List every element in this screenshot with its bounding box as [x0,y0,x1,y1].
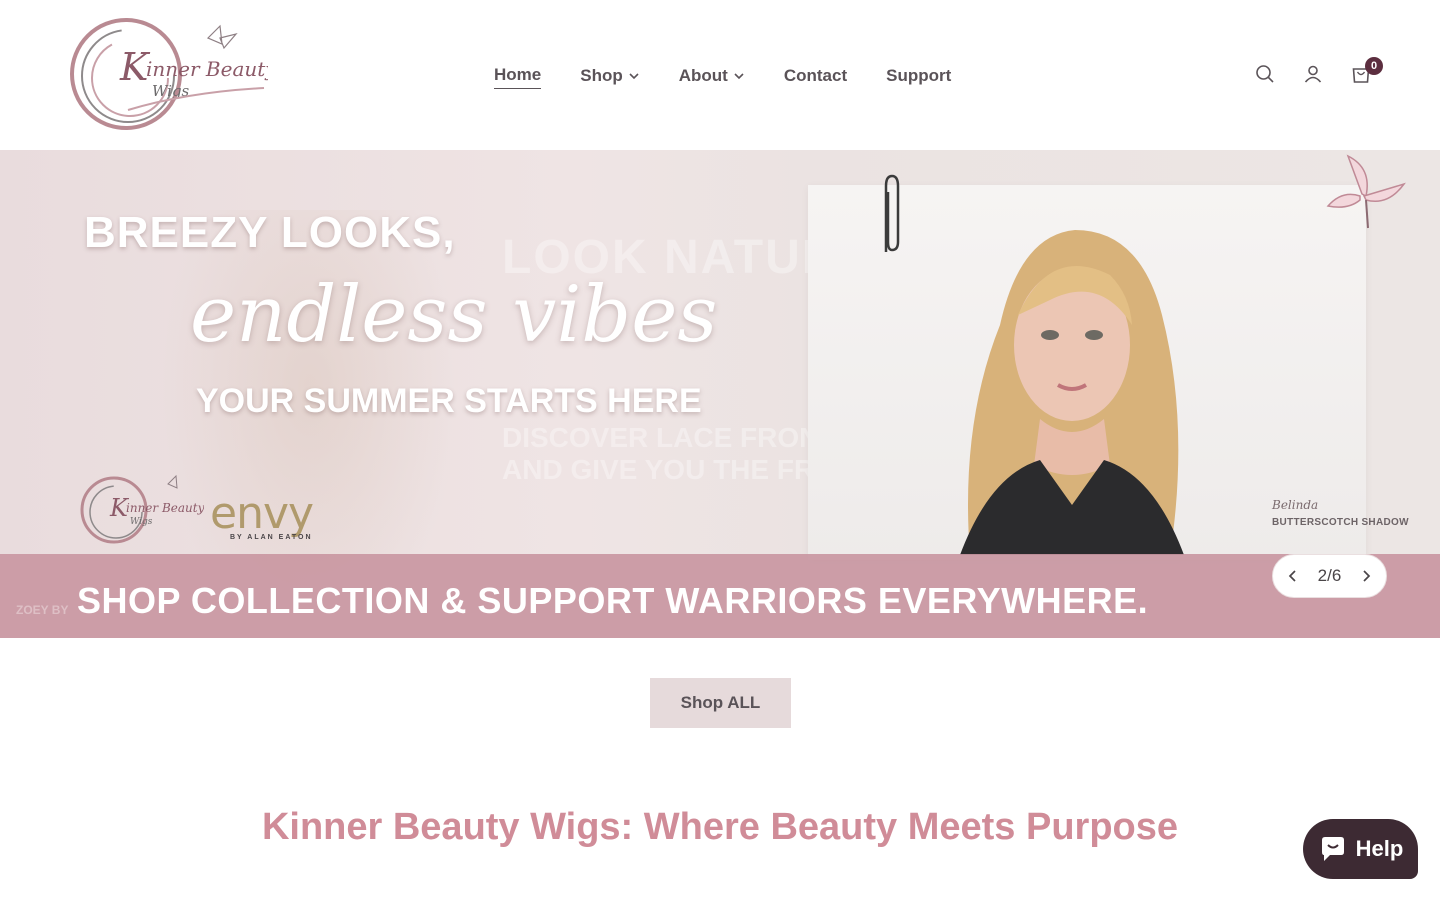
nav-support-label: Support [886,65,952,85]
cart-count-badge: 0 [1365,57,1383,75]
search-icon[interactable] [1254,63,1276,85]
svg-text:inner Beauty: inner Beauty [126,501,204,515]
slider-controls: 2/6 [1272,554,1387,598]
help-chat-button[interactable]: Help [1303,819,1418,879]
partner-brand-sub: BY ALAN EATON [230,534,313,541]
site-logo[interactable]: K inner Beauty Wigs [68,14,277,138]
shop-all-button[interactable]: Shop ALL [650,678,791,728]
nav-support[interactable]: Support [886,63,951,89]
partner-brand-logo: envy [210,488,314,539]
nav-shop-label: Shop [580,65,623,85]
product-shade: BUTTERSCOTCH SHADOW [1272,517,1409,528]
model-portrait-image [960,230,1184,555]
chevron-down-icon [734,72,744,79]
nav-about[interactable]: About [679,63,745,89]
svg-text:inner Beauty: inner Beauty [146,57,268,81]
hero-brand-logo: K inner Beauty Wigs [80,474,204,544]
account-icon[interactable] [1302,63,1324,85]
chevron-right-icon[interactable] [1358,568,1374,584]
hero-headline-2: endless vibes [190,270,718,360]
nav-about-label: About [678,65,728,85]
hero-banner[interactable]: SHOP COLLECTION & SUPPORT WARRIORS EVERY… [0,554,1440,638]
chat-bubble-icon [1321,837,1344,861]
chevron-left-icon[interactable] [1285,568,1301,584]
ghost-slide-text: DISCOVER LACE FRONT [502,422,837,453]
svg-text:Wigs: Wigs [130,517,153,527]
logo-mark-icon: K inner Beauty Wigs [70,18,277,130]
site-header: K inner Beauty Wigs Home Shop About Cont… [0,0,1440,150]
nav-shop[interactable]: Shop [580,63,640,89]
help-label: Help [1355,836,1404,861]
nav-contact[interactable]: Contact [784,63,847,89]
section-title: Kinner Beauty Wigs: Where Beauty Meets P… [261,806,1179,848]
hero-banner-text: SHOP COLLECTION & SUPPORT WARRIORS EVERY… [77,580,1149,621]
ghost-footer-text: ZOEY BY [16,603,69,617]
nav-home[interactable]: Home [494,62,542,89]
nav-contact-label: Contact [783,65,848,85]
chevron-down-icon [629,72,639,79]
main-nav: Home Shop About Contact Support [494,62,990,89]
slide-counter: 2/6 [1317,566,1342,585]
nav-home-label: Home [494,62,542,89]
hero-slider[interactable]: LOOK NATURAL DISCOVER LACE FRONT AND GIV… [0,150,1440,638]
hero-headline-1: BREEZY LOOKS, [84,208,456,257]
hero-headline-3: YOUR SUMMER STARTS HERE [196,382,702,420]
butterfly-icon [1326,154,1406,229]
product-name: Belinda [1272,498,1319,512]
